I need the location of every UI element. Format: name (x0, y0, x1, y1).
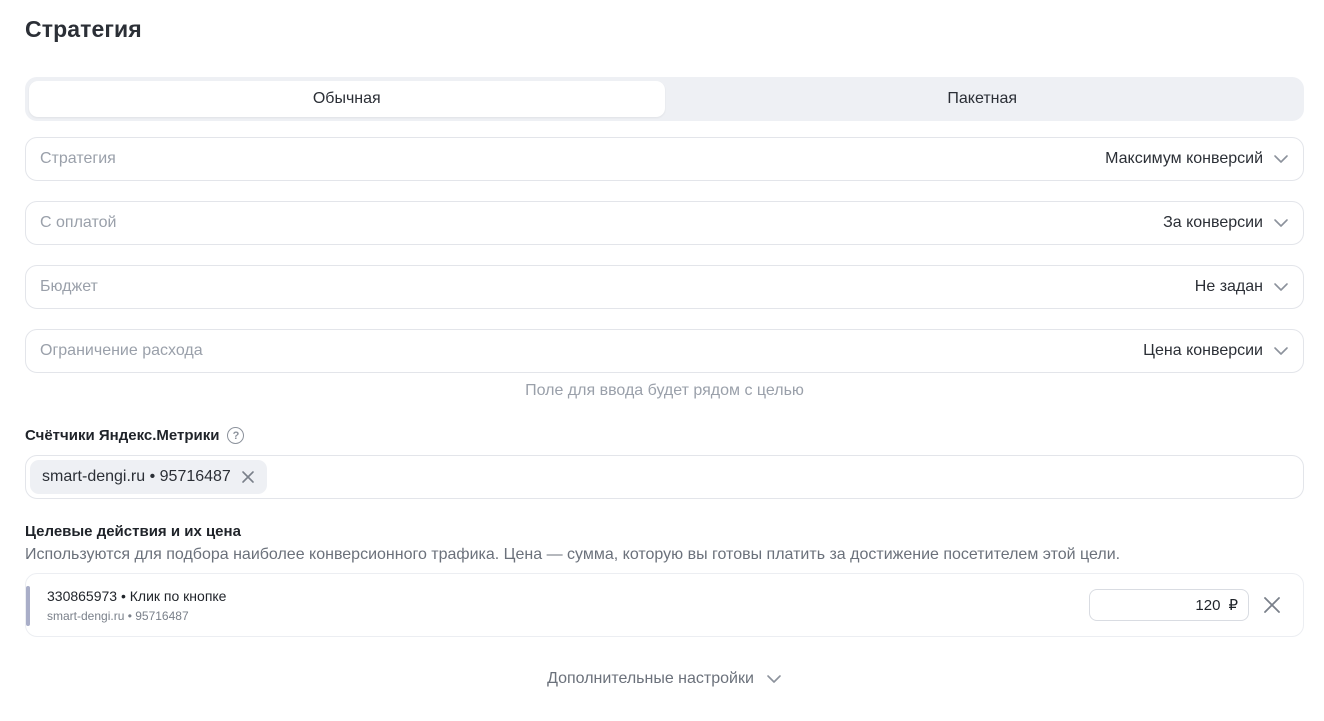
chevron-down-icon (1274, 347, 1288, 355)
counter-chip: smart-dengi.ru • 95716487 (30, 460, 267, 494)
currency-sign: ₽ (1228, 597, 1238, 614)
strategy-select-value: Максимум конверсий (1105, 150, 1263, 167)
budget-select-label: Бюджет (40, 278, 98, 295)
spend-limit-select-label: Ограничение расхода (40, 342, 203, 359)
goal-price-input[interactable]: 120 ₽ (1089, 589, 1249, 621)
counters-label-text: Счётчики Яндекс.Метрики (25, 427, 220, 444)
payment-select-value: За конверсии (1163, 214, 1263, 231)
goals-label: Целевые действия и их цена (25, 523, 241, 540)
chevron-down-icon (1274, 283, 1288, 291)
goal-price-value: 120 (1195, 596, 1221, 614)
close-icon[interactable] (1263, 596, 1281, 614)
budget-select[interactable]: Бюджет Не задан (25, 265, 1304, 309)
tab-regular[interactable]: Обычная (29, 81, 665, 117)
strategy-select[interactable]: Стратегия Максимум конверсий (25, 137, 1304, 181)
chevron-down-icon (767, 675, 781, 683)
more-settings-label: Дополнительные настройки (547, 670, 754, 687)
page-title: Стратегия (25, 16, 142, 42)
question-icon[interactable]: ? (227, 427, 245, 444)
payment-select-label: С оплатой (40, 214, 117, 231)
counters-field[interactable]: smart-dengi.ru • 95716487 (25, 455, 1304, 499)
strategy-mode-switch: Обычная Пакетная (25, 77, 1304, 121)
spend-limit-select[interactable]: Ограничение расхода Цена конверсии (25, 329, 1304, 373)
spend-limit-select-value: Цена конверсии (1143, 342, 1263, 359)
payment-select[interactable]: С оплатой За конверсии (25, 201, 1304, 245)
goal-accent-bar (26, 586, 30, 626)
goal-subtitle: smart-dengi.ru • 95716487 (47, 608, 189, 623)
counter-chip-label: smart-dengi.ru • 95716487 (42, 468, 231, 485)
chevron-down-icon (1274, 219, 1288, 227)
input-hint: Поле для ввода будет рядом с целью (525, 382, 804, 399)
counters-label: Счётчики Яндекс.Метрики ? (25, 427, 245, 444)
strategy-select-label: Стратегия (40, 150, 116, 167)
close-icon[interactable] (241, 470, 255, 484)
tab-package[interactable]: Пакетная (665, 81, 1301, 117)
budget-select-value: Не задан (1194, 278, 1263, 295)
goal-item: 330865973 • Клик по кнопке smart-dengi.r… (25, 573, 1304, 637)
goal-title: 330865973 • Клик по кнопке (47, 587, 227, 604)
goals-description: Используются для подбора наиболее конвер… (25, 546, 1121, 563)
more-settings-toggle[interactable]: Дополнительные настройки (25, 670, 1304, 688)
chevron-down-icon (1274, 155, 1288, 163)
goal-text: 330865973 • Клик по кнопке smart-dengi.r… (47, 588, 1089, 623)
